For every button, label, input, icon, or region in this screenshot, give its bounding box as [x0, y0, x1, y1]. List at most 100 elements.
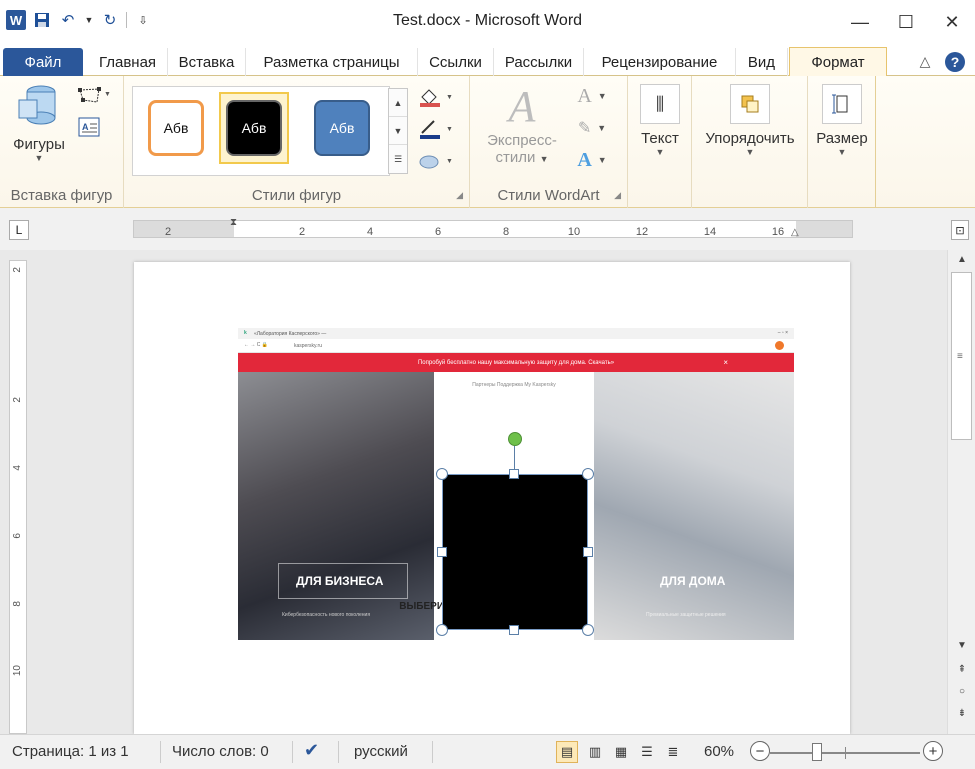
scroll-down-icon[interactable]: ▼ [948, 640, 975, 651]
tab-references[interactable]: Ссылки [418, 48, 494, 76]
tab-insert[interactable]: Вставка [168, 48, 246, 76]
word-count[interactable]: Число слов: 0 [172, 743, 269, 760]
ruler-tick: 14 [703, 226, 717, 238]
shape-style-orange[interactable]: Абв [141, 92, 211, 164]
right-indent-icon[interactable]: △ [791, 227, 799, 238]
edit-shape-icon[interactable]: ▼ [76, 84, 112, 108]
vertical-ruler[interactable]: 2 2 4 6 8 10 [9, 260, 27, 734]
ruler-row: L 2 2 4 6 8 10 12 14 16 ⧗ △ ⊡ [0, 208, 975, 250]
banner-close-icon: × [723, 358, 728, 367]
gallery-down-icon[interactable]: ▼ [389, 117, 407, 145]
tab-file[interactable]: Файл [3, 48, 83, 76]
tab-selector[interactable]: L [9, 220, 29, 240]
window-controls: — ☐ ✕ [837, 0, 975, 44]
browser-nav-icons: ← → C 🔒 [244, 342, 269, 348]
print-layout-icon[interactable]: ▤ [556, 741, 578, 763]
text-direction-icon: ⫼ [640, 84, 680, 124]
text-outline-icon[interactable]: ✎ ▼ [570, 116, 614, 140]
resize-handle-bottom-right[interactable] [582, 624, 594, 636]
size-button[interactable]: Размер ▼ [812, 84, 872, 157]
chevron-down-icon: ▼ [745, 147, 755, 157]
browse-object-icon[interactable]: ○ [948, 686, 975, 697]
proofing-icon[interactable]: ✔ [304, 740, 319, 761]
home-title: ДЛЯ ДОМА [660, 574, 726, 588]
group-label-insert-shapes: Вставка фигур [10, 187, 113, 204]
shape-effects-icon[interactable]: ▼ [416, 150, 460, 172]
tab-home[interactable]: Главная [88, 48, 168, 76]
wordart-launcher-icon[interactable]: ◢ [614, 190, 621, 201]
shape-style-black-label: Абв [226, 100, 282, 156]
resize-handle-bottom-left[interactable] [436, 624, 448, 636]
next-page-icon[interactable]: ⇟ [948, 708, 975, 719]
shapes-label: Фигуры [13, 136, 65, 153]
help-icon[interactable]: ? [945, 52, 965, 72]
group-label-wordart: Стили WordArt [497, 187, 600, 204]
tab-page-layout[interactable]: Разметка страницы [246, 48, 418, 76]
view-ruler-icon[interactable]: ⊡ [951, 220, 969, 240]
tab-review[interactable]: Рецензирование [584, 48, 736, 76]
shape-style-black[interactable]: Абв [219, 92, 289, 164]
status-bar: Страница: 1 из 1 Число слов: 0 ✔ русский… [0, 734, 975, 769]
tab-format[interactable]: Формат [789, 47, 887, 77]
business-subtitle: Кибербезопасность нового поколения [282, 612, 371, 618]
chevron-down-icon: ▼ [655, 147, 665, 157]
resize-handle-top[interactable] [509, 469, 519, 479]
minimize-ribbon-icon[interactable]: △ [914, 50, 936, 72]
ribbon-tabs: Файл Главная Вставка Разметка страницы С… [0, 44, 975, 77]
language-indicator[interactable]: русский [354, 743, 408, 760]
resize-handle-right[interactable] [583, 547, 593, 557]
text-effects-icon[interactable]: A ▼ [570, 148, 614, 172]
business-title: ДЛЯ БИЗНЕСА [296, 574, 384, 588]
close-button[interactable]: ✕ [929, 0, 975, 44]
text-fill-icon[interactable]: A ▼ [570, 84, 614, 108]
rotation-handle[interactable] [508, 432, 522, 446]
text-button[interactable]: ⫼ Текст ▼ [634, 84, 686, 157]
horizontal-ruler[interactable]: 2 2 4 6 8 10 12 14 16 ⧗ △ [133, 217, 853, 238]
resize-handle-top-right[interactable] [582, 468, 594, 480]
vertical-scrollbar[interactable]: ▲ ≡ ▼ ⇞ ○ ⇟ [947, 250, 975, 734]
arrange-button[interactable]: Упорядочить ▼ [696, 84, 804, 157]
shape-outline-icon[interactable]: ▼ [416, 118, 460, 140]
resize-handle-left[interactable] [437, 547, 447, 557]
ruler-tick: 6 [434, 226, 442, 238]
express-styles-button[interactable]: A Экспресс- стили ▼ [480, 82, 564, 166]
dialog-launcher-icon[interactable]: ◢ [456, 190, 463, 201]
zoom-out-button[interactable]: − [750, 741, 770, 761]
maximize-button[interactable]: ☐ [883, 0, 929, 44]
scroll-thumb[interactable]: ≡ [951, 272, 972, 440]
svg-text:▼: ▼ [446, 158, 453, 165]
indent-marker-icon[interactable]: ⧗ [230, 217, 237, 228]
zoom-slider-thumb[interactable] [812, 743, 822, 761]
gallery-more-icon[interactable]: ☰ [389, 145, 407, 173]
shapes-button[interactable]: Фигуры ▼ [6, 82, 72, 163]
full-screen-reading-icon[interactable]: ▥ [584, 741, 606, 763]
scroll-up-icon[interactable]: ▲ [948, 254, 975, 265]
tab-mailings[interactable]: Рассылки [494, 48, 584, 76]
shape-fill-icon[interactable]: ▼ [416, 86, 460, 108]
gallery-scroll[interactable]: ▲ ▼ ☰ [388, 88, 408, 174]
word-window: W ↶ ▼ ↻ ⇩ Test.docx - Microsoft Word — ☐… [0, 0, 975, 769]
document-page[interactable]: k «Лаборатория Касперского» — – ▫ × ← → … [134, 262, 850, 734]
web-layout-icon[interactable]: ▦ [610, 741, 632, 763]
gallery-up-icon[interactable]: ▲ [389, 89, 407, 117]
page-counter[interactable]: Страница: 1 из 1 [12, 743, 129, 760]
shape-style-blue[interactable]: Абв [307, 92, 377, 164]
minimize-button[interactable]: — [837, 0, 883, 44]
outline-view-icon[interactable]: ☰ [636, 741, 658, 763]
ruler-right-margin [796, 221, 852, 237]
selected-rectangle-shape[interactable] [442, 474, 588, 630]
resize-handle-bottom[interactable] [509, 625, 519, 635]
grip-icon: ≡ [957, 351, 963, 362]
previous-page-icon[interactable]: ⇞ [948, 664, 975, 675]
browser-tab-title: «Лаборатория Касперского» — [254, 331, 327, 337]
shapes-icon [18, 85, 56, 125]
resize-handle-top-left[interactable] [436, 468, 448, 480]
text-box-icon[interactable]: A [76, 116, 102, 138]
zoom-level[interactable]: 60% [704, 743, 734, 760]
arrange-icon [730, 84, 770, 124]
tab-view[interactable]: Вид [736, 48, 788, 76]
title-bar: W ↶ ▼ ↻ ⇩ Test.docx - Microsoft Word — ☐… [0, 0, 975, 44]
draft-view-icon[interactable]: ≣ [662, 741, 684, 763]
zoom-in-button[interactable]: + [923, 741, 943, 761]
promo-banner-text: Попробуй бесплатно нашу максимальную защ… [417, 359, 615, 366]
